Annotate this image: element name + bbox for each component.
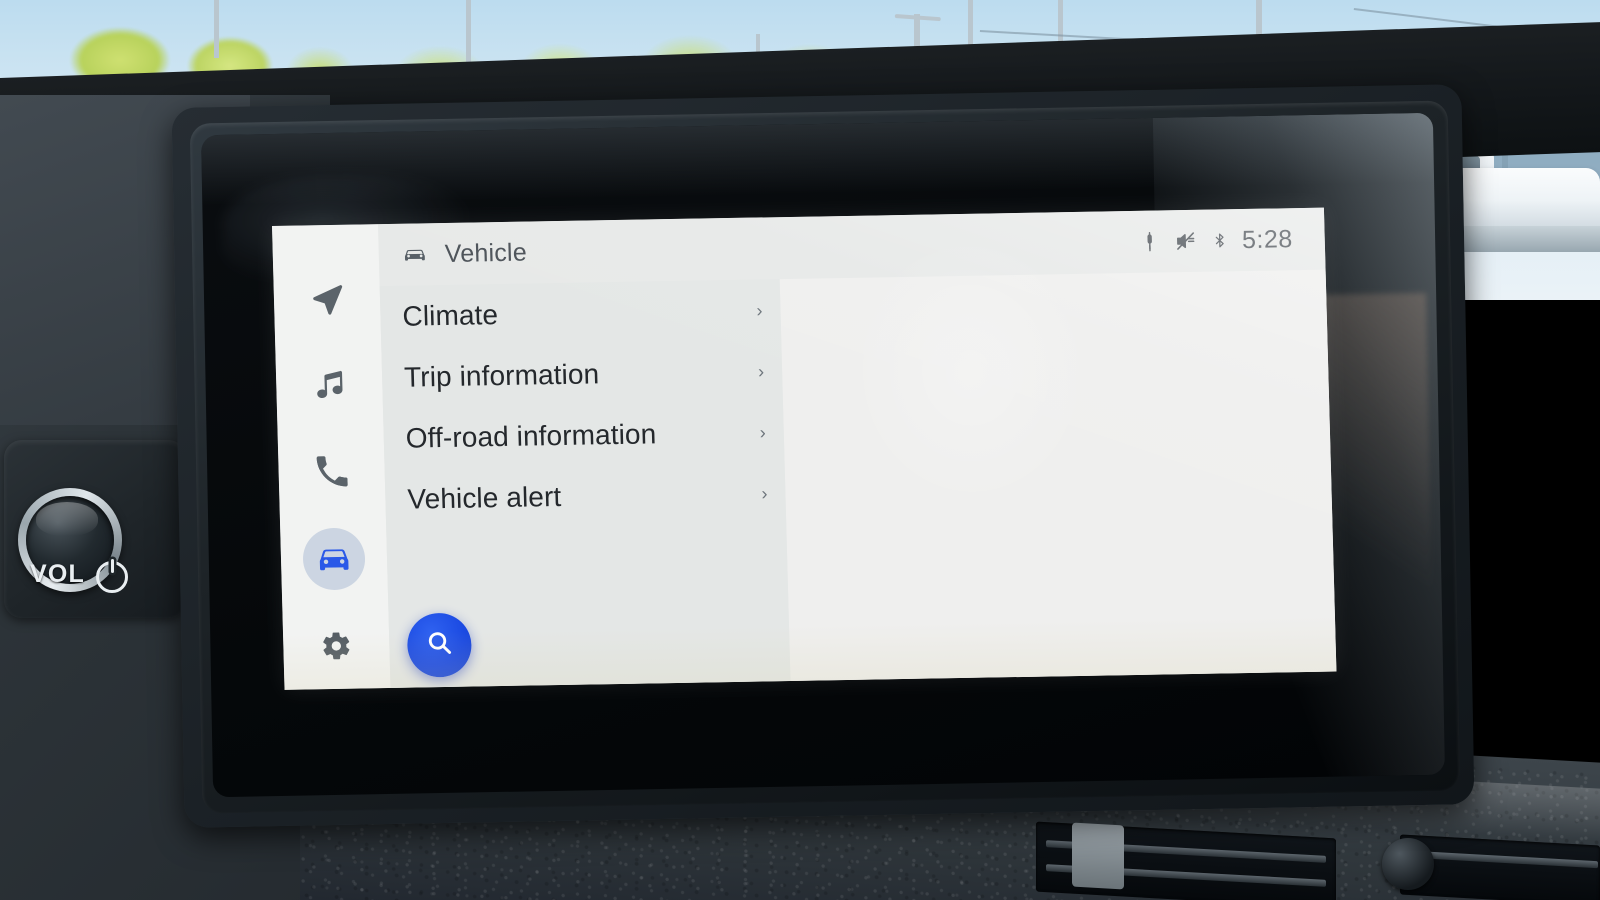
volume-knob-label: VOL [30, 560, 85, 588]
utility-pole [466, 0, 471, 66]
detail-panel[interactable] [779, 269, 1337, 681]
sidebar-item-navigation[interactable] [273, 254, 381, 343]
bluetooth-icon[interactable] [1212, 229, 1229, 251]
infotainment-ui[interactable]: Vehicle 5:28 Climate › Trip information … [272, 207, 1337, 690]
menu-item-label: Climate [402, 298, 499, 332]
menu-item-label: Off-road information [405, 417, 657, 454]
sidebar-nav[interactable] [272, 224, 391, 690]
sidebar-item-media[interactable] [275, 341, 383, 430]
list-item[interactable]: Trip information › [381, 340, 783, 408]
search-icon [424, 627, 455, 663]
car-icon [315, 539, 354, 578]
clock: 5:28 [1241, 224, 1294, 254]
utility-pole [214, 0, 219, 58]
phone-icon [314, 455, 349, 490]
content-body: Climate › Trip information › Off-road in… [379, 269, 1337, 688]
search-fab-wrapper [406, 612, 473, 678]
gear-icon [320, 629, 353, 662]
music-note-icon [312, 368, 347, 403]
menu-list[interactable]: Climate › Trip information › Off-road in… [379, 279, 791, 688]
main-content: Vehicle 5:28 Climate › Trip information … [377, 207, 1337, 688]
navigation-arrow-icon [310, 281, 345, 316]
search-button[interactable] [406, 612, 473, 678]
sidebar-item-settings[interactable] [282, 601, 390, 690]
sidebar-item-phone[interactable] [278, 428, 386, 517]
vent-trim-bracket [1072, 822, 1124, 890]
sidebar-item-vehicle[interactable] [280, 514, 388, 603]
chevron-right-icon: › [761, 482, 768, 503]
volume-muted-icon[interactable] [1174, 230, 1199, 252]
microphone-muted-icon[interactable] [1140, 231, 1161, 253]
list-item[interactable]: Climate › [380, 279, 782, 347]
chevron-right-icon: › [759, 421, 767, 443]
header-spacer [527, 242, 1140, 253]
status-bar: 5:28 [1140, 225, 1299, 257]
chevron-right-icon: › [756, 299, 763, 321]
menu-item-label: Vehicle alert [407, 480, 562, 515]
photo-scene: VOL Vehicle 5:28 Climate › Trip informat… [0, 0, 1600, 900]
list-item[interactable]: Vehicle alert › [385, 462, 787, 530]
menu-item-label: Trip information [403, 357, 600, 393]
list-item[interactable]: Off-road information › [383, 401, 785, 469]
car-front-icon [400, 240, 431, 269]
chevron-right-icon: › [757, 360, 765, 382]
air-vent-dial[interactable] [1382, 838, 1434, 890]
power-icon[interactable] [96, 559, 128, 593]
volume-knob-gloss [36, 502, 98, 536]
page-title: Vehicle [444, 238, 528, 268]
